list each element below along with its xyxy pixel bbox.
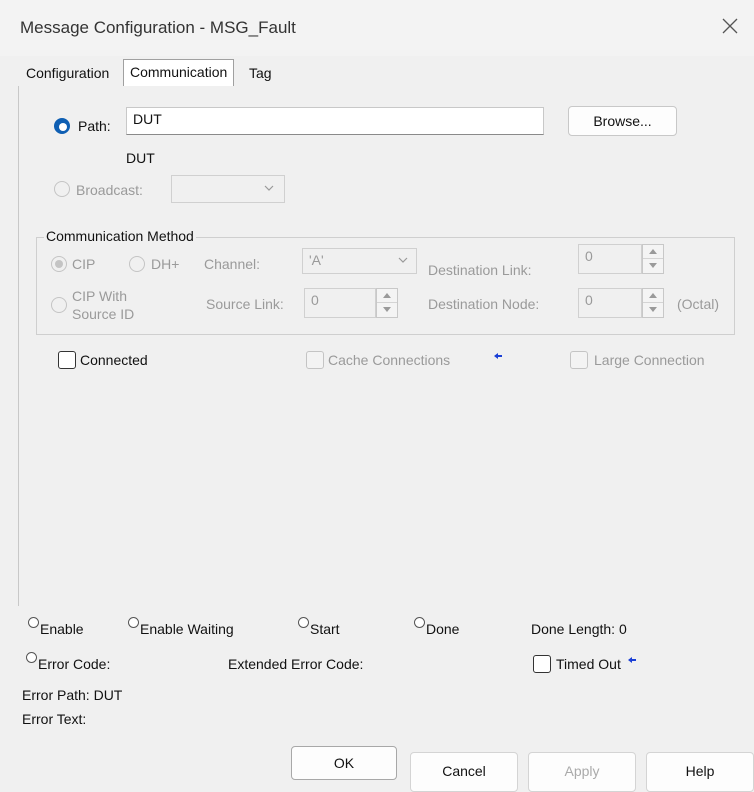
enable-waiting-label: Enable Waiting xyxy=(140,621,234,637)
cip-label: CIP xyxy=(72,256,96,272)
destination-link-spinner[interactable] xyxy=(642,244,664,274)
destination-link-input[interactable]: 0 xyxy=(578,244,642,274)
arrow-left-icon xyxy=(494,353,502,359)
broadcast-select[interactable] xyxy=(171,175,285,203)
channel-select[interactable]: 'A' xyxy=(302,248,417,274)
communication-method-title: Communication Method xyxy=(44,228,196,244)
cip-source-id-label-line2: Source ID xyxy=(72,306,135,322)
apply-button[interactable]: Apply xyxy=(528,752,636,792)
cache-connections-label: Cache Connections xyxy=(328,352,451,368)
dh-plus-radio[interactable] xyxy=(129,256,145,272)
large-connection-checkbox[interactable] xyxy=(570,351,588,369)
destination-node-input[interactable]: 0 xyxy=(578,288,642,318)
path-input[interactable]: DUT xyxy=(126,107,544,135)
error-path-label: Error Path: DUT xyxy=(22,687,123,703)
cip-source-id-label-line1: CIP With xyxy=(72,288,127,304)
broadcast-label: Broadcast: xyxy=(76,182,143,198)
chevron-down-icon xyxy=(398,257,408,263)
destination-link-label: Destination Link: xyxy=(428,262,532,278)
cancel-button[interactable]: Cancel xyxy=(410,752,518,792)
error-text-label: Error Text: xyxy=(22,711,87,727)
ok-button[interactable]: OK xyxy=(291,746,397,780)
browse-button[interactable]: Browse... xyxy=(568,106,677,136)
start-indicator xyxy=(298,617,309,628)
path-radio[interactable] xyxy=(54,118,70,134)
source-link-spinner[interactable] xyxy=(376,288,398,318)
timed-out-checkbox[interactable] xyxy=(533,655,551,673)
error-code-indicator xyxy=(26,652,37,663)
path-resolved-text: DUT xyxy=(126,150,155,166)
destination-node-label: Destination Node: xyxy=(428,296,540,312)
broadcast-radio[interactable] xyxy=(54,181,70,197)
channel-label: Channel: xyxy=(204,256,261,272)
cip-source-id-label: CIP With Source ID xyxy=(72,287,134,323)
done-indicator xyxy=(414,617,425,628)
cip-radio[interactable] xyxy=(51,256,67,272)
dh-plus-label: DH+ xyxy=(151,256,180,272)
connected-checkbox[interactable] xyxy=(58,351,76,369)
extended-error-code-label: Extended Error Code: xyxy=(228,656,364,672)
channel-value: 'A' xyxy=(309,252,324,268)
cip-source-id-radio[interactable] xyxy=(51,297,67,313)
path-label: Path: xyxy=(78,118,111,134)
tab-communication[interactable]: Communication xyxy=(123,59,235,87)
octal-label: (Octal) xyxy=(677,296,719,312)
done-label: Done xyxy=(426,621,460,637)
timed-out-label: Timed Out xyxy=(556,656,621,672)
connected-label: Connected xyxy=(80,352,148,368)
large-connection-label: Large Connection xyxy=(594,352,705,368)
arrow-left-icon xyxy=(628,657,636,663)
enable-indicator xyxy=(28,617,39,628)
chevron-down-icon xyxy=(264,185,274,191)
source-link-label: Source Link: xyxy=(206,296,284,312)
help-button[interactable]: Help xyxy=(646,752,754,792)
window-title: Message Configuration - MSG_Fault xyxy=(20,18,296,37)
enable-waiting-indicator xyxy=(128,617,139,628)
cache-connections-checkbox[interactable] xyxy=(306,351,324,369)
tab-tag[interactable]: Tag xyxy=(243,61,278,87)
done-length-label: Done Length: 0 xyxy=(531,621,627,637)
close-icon[interactable] xyxy=(718,14,742,38)
enable-label: Enable xyxy=(40,621,84,637)
destination-node-spinner[interactable] xyxy=(642,288,664,318)
start-label: Start xyxy=(310,621,340,637)
tab-configuration[interactable]: Configuration xyxy=(20,61,115,87)
error-code-label: Error Code: xyxy=(38,656,111,672)
source-link-input[interactable]: 0 xyxy=(304,288,376,318)
